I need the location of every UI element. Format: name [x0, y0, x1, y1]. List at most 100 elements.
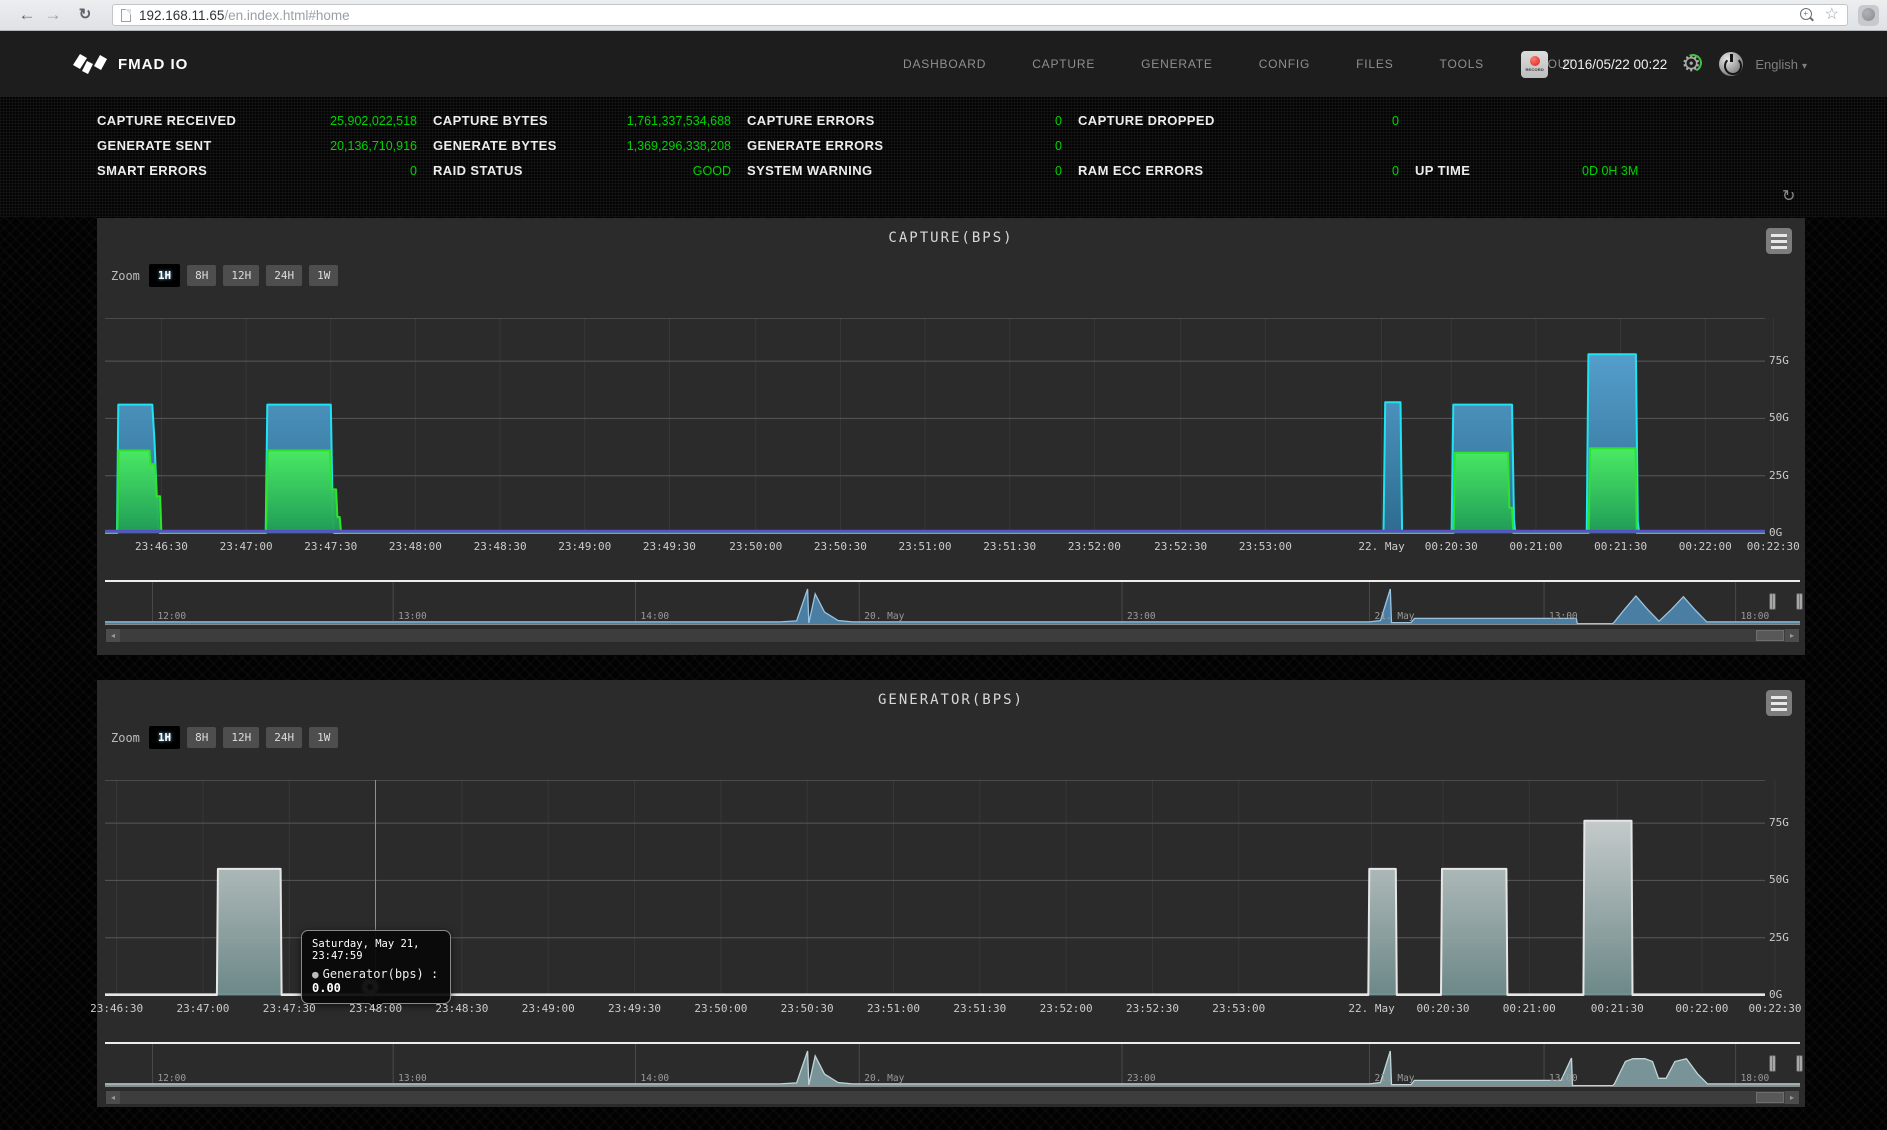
x-axis-label: 23:53:00 [1239, 540, 1292, 553]
brand[interactable]: FMAD IO [72, 52, 188, 76]
x-axis-label: 23:49:30 [608, 1002, 661, 1015]
stat-value: 0 [1055, 139, 1062, 153]
zoom-button-1h[interactable]: 1H [149, 264, 180, 287]
zoom-controls: Zoom 1H 8H 12H 24H 1W [111, 726, 345, 749]
x-axis-label: 00:22:00 [1675, 1002, 1728, 1015]
x-axis-label: 00:22:30 [1747, 540, 1800, 553]
zoom-label: Zoom [111, 731, 140, 745]
y-axis-label: 75G [1769, 354, 1803, 367]
stat-system-warning: SYSTEM WARNING0 [747, 158, 1078, 183]
zoom-button-1h[interactable]: 1H [149, 726, 180, 749]
stat-label: SMART ERRORS [97, 163, 207, 178]
x-axis-label: 23:48:00 [389, 540, 442, 553]
chart-navigator[interactable]: 12:0013:0014:0020. May23:0021. May13:001… [105, 582, 1800, 625]
navigator-label: 21. May [1374, 611, 1414, 622]
stat-label: UP TIME [1415, 163, 1582, 178]
scrollbar-thumb[interactable] [1756, 1092, 1784, 1103]
x-axis-label: 22. May [1348, 1002, 1394, 1015]
zoom-button-1w[interactable]: 1W [309, 265, 338, 286]
x-axis-label: 22. May [1358, 540, 1404, 553]
nav-menu: DASHBOARDCAPTUREGENERATECONFIGFILESTOOLS… [880, 31, 1598, 97]
chart-plot-area[interactable] [105, 318, 1765, 533]
navigator-handle-right[interactable] [1796, 593, 1803, 610]
stat-value: 25,902,022,518 [330, 114, 417, 128]
scrollbar-thumb[interactable] [1756, 630, 1784, 641]
stat-capture-errors: CAPTURE ERRORS0 [747, 108, 1078, 133]
x-axis-label: 23:52:30 [1126, 1002, 1179, 1015]
nav-item-tools[interactable]: TOOLS [1417, 57, 1507, 71]
power-button[interactable] [1719, 52, 1743, 76]
stat-value: 0 [1392, 164, 1399, 178]
nav-item-dashboard[interactable]: DASHBOARD [880, 57, 1009, 71]
navigator-label: 13:00 [1549, 611, 1578, 622]
x-axis-label: 00:20:30 [1425, 540, 1478, 553]
settings-gear-button[interactable]: ⚙ [1681, 51, 1707, 77]
x-axis-label: 00:20:30 [1416, 1002, 1469, 1015]
browser-back-button[interactable]: ← [14, 5, 40, 25]
language-selector[interactable]: English▾ [1755, 57, 1807, 72]
zoom-button-24h[interactable]: 24H [266, 727, 302, 748]
zoom-button-24h[interactable]: 24H [266, 265, 302, 286]
chart-menu-button[interactable] [1766, 690, 1792, 716]
x-axis-label: 23:48:30 [435, 1002, 488, 1015]
chart-tooltip: Saturday, May 21, 23:47:59 ●Generator(bp… [301, 930, 451, 1004]
chart-menu-button[interactable] [1766, 228, 1792, 254]
x-axis-label: 23:46:30 [135, 540, 188, 553]
bookmark-star-icon[interactable]: ☆ [1825, 8, 1839, 22]
stats-grid: CAPTURE RECEIVED25,902,022,518CAPTURE BY… [97, 108, 1805, 183]
nav-item-generate[interactable]: GENERATE [1118, 57, 1236, 71]
refresh-dashboard-icon[interactable]: ↻ [1782, 186, 1795, 206]
x-axis-label: 23:51:30 [983, 540, 1036, 553]
zoom-in-page-icon[interactable] [1799, 8, 1813, 22]
stat-label: CAPTURE DROPPED [1078, 113, 1215, 128]
chart-scrollbar[interactable]: ◂ ▸ [105, 1090, 1800, 1105]
address-bar[interactable]: 192.168.11.65/en.index.html#home ☆ [112, 4, 1848, 26]
url-text[interactable]: 192.168.11.65/en.index.html#home [139, 8, 1799, 23]
y-axis-label: 0G [1769, 988, 1803, 1001]
browser-forward-button[interactable]: → [40, 5, 66, 25]
scrollbar-right-arrow[interactable]: ▸ [1785, 1091, 1799, 1104]
zoom-label: Zoom [111, 269, 140, 283]
x-axis-label: 23:47:00 [220, 540, 273, 553]
x-axis-label: 23:50:30 [814, 540, 867, 553]
x-axis-label: 23:48:00 [349, 1002, 402, 1015]
navigator-handle-right[interactable] [1796, 1055, 1803, 1072]
chart-plot-area[interactable]: Saturday, May 21, 23:47:59 ●Generator(bp… [105, 780, 1765, 995]
x-axis-label: 00:21:00 [1503, 1002, 1556, 1015]
zoom-button-12h[interactable]: 12H [223, 265, 259, 286]
zoom-button-8h[interactable]: 8H [187, 265, 216, 286]
navigator-label: 20. May [864, 611, 904, 622]
x-axis-label: 23:51:00 [899, 540, 952, 553]
zoom-button-1w[interactable]: 1W [309, 727, 338, 748]
x-axis-label: 00:21:30 [1594, 540, 1647, 553]
hamburger-icon [1771, 234, 1787, 249]
chart-scrollbar[interactable]: ◂ ▸ [105, 628, 1800, 643]
x-axis-label: 00:21:30 [1591, 1002, 1644, 1015]
navigator-label: 20. May [864, 1073, 904, 1084]
chart-title: GENERATOR(BPS) [97, 692, 1805, 708]
zoom-button-8h[interactable]: 8H [187, 727, 216, 748]
stat-empty-cell [1078, 133, 1415, 158]
browser-reload-button[interactable]: ↻ [72, 5, 98, 25]
browser-extension-icon[interactable] [1858, 5, 1879, 26]
record-button[interactable]: RECORD [1521, 51, 1548, 78]
scrollbar-left-arrow[interactable]: ◂ [106, 629, 120, 642]
navigator-label: 21. May [1374, 1073, 1414, 1084]
navigator-label: 12:00 [157, 1073, 186, 1084]
nav-item-config[interactable]: CONFIG [1236, 57, 1333, 71]
scrollbar-right-arrow[interactable]: ▸ [1785, 629, 1799, 642]
nav-item-files[interactable]: FILES [1333, 57, 1416, 71]
x-axis-label: 00:21:00 [1509, 540, 1562, 553]
scrollbar-left-arrow[interactable]: ◂ [106, 1091, 120, 1104]
x-axis-label: 23:48:30 [474, 540, 527, 553]
page: { "browser": { "url_host": "192.168.11.6… [0, 0, 1887, 1130]
navigator-handle-left[interactable] [1769, 593, 1776, 610]
navigator-label: 23:00 [1127, 611, 1156, 622]
navigator-label: 18:00 [1741, 611, 1770, 622]
nav-item-capture[interactable]: CAPTURE [1009, 57, 1118, 71]
navigator-handle-left[interactable] [1769, 1055, 1776, 1072]
navigator-label: 13:00 [1549, 1073, 1578, 1084]
zoom-button-12h[interactable]: 12H [223, 727, 259, 748]
stat-label: GENERATE SENT [97, 138, 212, 153]
chart-navigator[interactable]: 12:0013:0014:0020. May23:0021. May13:001… [105, 1044, 1800, 1087]
